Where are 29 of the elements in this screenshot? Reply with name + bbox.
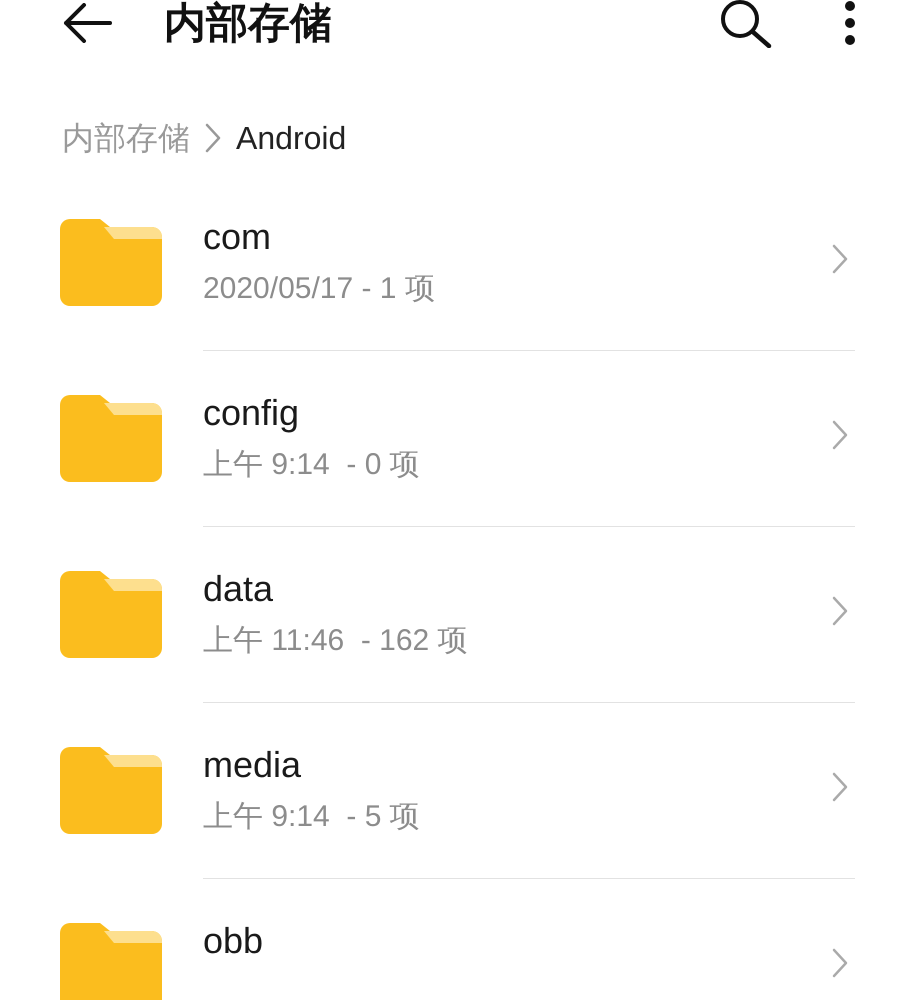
page-title: 内部存储 xyxy=(164,2,332,44)
chevron-right-icon xyxy=(831,418,849,450)
folder-row[interactable]: obb xyxy=(0,879,916,1000)
folder-icon xyxy=(60,923,162,1000)
folder-details: 2020/05/17 - 1 项 xyxy=(203,271,435,307)
folder-details: 上午 9:14 - 0 项 xyxy=(203,447,420,483)
folder-details: 上午 9:14 - 5 项 xyxy=(203,799,420,835)
folder-icon xyxy=(60,747,162,834)
folder-details: 上午 11:46 - 162 项 xyxy=(203,623,468,659)
folder-name: config xyxy=(203,391,300,435)
chevron-right-icon xyxy=(831,770,849,802)
folder-name: media xyxy=(203,743,302,787)
chevron-right-icon xyxy=(831,946,849,978)
back-icon[interactable] xyxy=(62,3,112,43)
chevron-right-icon xyxy=(831,242,849,274)
folder-name: com xyxy=(203,215,272,259)
breadcrumb-item[interactable]: Android xyxy=(236,114,346,162)
folder-row[interactable]: config 上午 9:14 - 0 项 xyxy=(0,351,916,527)
folder-name: data xyxy=(203,567,274,611)
folder-name: obb xyxy=(203,919,264,963)
chevron-right-icon xyxy=(204,122,222,154)
more-menu-icon[interactable] xyxy=(844,0,856,46)
folder-icon xyxy=(60,219,162,306)
folder-row[interactable]: data 上午 11:46 - 162 项 xyxy=(0,527,916,703)
folder-icon xyxy=(60,395,162,482)
folder-icon xyxy=(60,571,162,658)
folder-row[interactable]: com 2020/05/17 - 1 项 xyxy=(0,175,916,351)
chevron-right-icon xyxy=(831,594,849,626)
folder-row[interactable]: media 上午 9:14 - 5 项 xyxy=(0,703,916,879)
